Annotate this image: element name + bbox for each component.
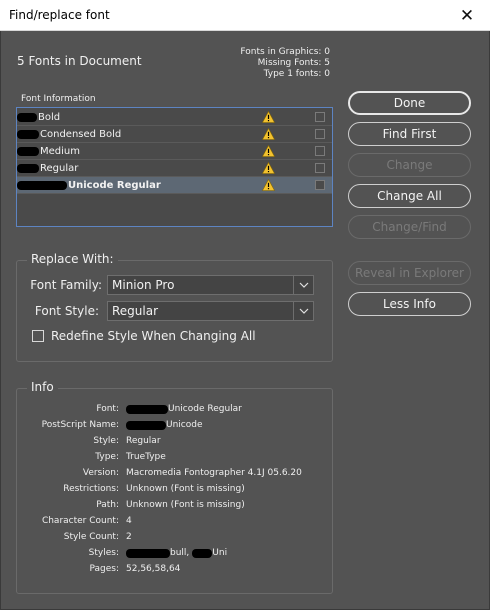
done-button[interactable]: Done (348, 91, 471, 115)
font-row-checkbox[interactable] (315, 180, 325, 190)
font-list[interactable]: Bold Condensed Bold Medium Regular Unico… (16, 107, 333, 227)
window-title: Find/replace font (9, 8, 110, 22)
redacted-text (126, 404, 168, 414)
font-row-checkbox[interactable] (315, 146, 325, 156)
info-styles-label: Styles: (88, 548, 119, 558)
warning-icon (262, 111, 275, 123)
close-icon[interactable]: ✕ (444, 0, 490, 31)
less-info-button[interactable]: Less Info (348, 292, 471, 316)
info-style-count-value: 2 (126, 532, 132, 542)
info-restrictions-value: Unknown (Font is missing) (126, 484, 245, 494)
font-stats: Fonts in Graphics: 0 Missing Fonts: 5 Ty… (240, 47, 330, 80)
info-path-label: Path: (96, 500, 119, 510)
font-row-checkbox[interactable] (315, 163, 325, 173)
info-version-value: Macromedia Fontographer 4.1J 05.6.20 (126, 468, 302, 478)
font-family-value: Minion Pro (112, 278, 175, 292)
chevron-down-icon (293, 302, 313, 320)
redacted-text (126, 420, 166, 430)
info-font-value: Unicode Regular (126, 404, 242, 414)
font-row-selected[interactable]: Unicode Regular (17, 177, 332, 194)
font-row[interactable]: Regular (17, 160, 332, 177)
redacted-text (17, 129, 39, 139)
info-version-label: Version: (82, 468, 119, 478)
font-style-value: Regular (112, 304, 159, 318)
info-postscript-value: Unicode (126, 420, 203, 430)
info-path-value: Unknown (Font is missing) (126, 500, 245, 510)
chevron-down-icon (293, 276, 313, 294)
reveal-in-explorer-button[interactable]: Reveal in Explorer (348, 261, 471, 285)
info-postscript-label: PostScript Name: (41, 420, 119, 430)
font-family-label: Font Family: (30, 278, 102, 292)
font-row[interactable]: Medium (17, 143, 332, 160)
redacted-text (17, 146, 39, 156)
redacted-text (17, 112, 37, 122)
change-find-button[interactable]: Change/Find (348, 215, 471, 239)
info-style-count-label: Style Count: (63, 532, 119, 542)
font-row[interactable]: Condensed Bold (17, 126, 332, 143)
replace-with-title: Replace With: (27, 252, 118, 266)
font-name: Unicode Regular (68, 179, 161, 191)
redacted-text (17, 163, 39, 173)
info-style-label: Style: (93, 436, 119, 446)
info-pages-value: 52,56,58,64 (126, 564, 181, 574)
redefine-style-checkbox[interactable] (32, 330, 44, 342)
font-information-label: Font Information (21, 94, 96, 104)
change-all-button[interactable]: Change All (348, 184, 471, 208)
info-char-count-label: Character Count: (41, 516, 119, 526)
font-style-label: Font Style: (34, 304, 99, 318)
find-first-button[interactable]: Find First (348, 122, 471, 146)
font-row-checkbox[interactable] (315, 129, 325, 139)
info-styles-value: bull, Uni (126, 548, 227, 558)
font-style-select[interactable]: Regular (107, 301, 314, 321)
info-style-value: Regular (126, 436, 161, 446)
fonts-in-document: 5 Fonts in Document (17, 54, 142, 68)
font-row[interactable]: Bold (17, 109, 332, 126)
warning-icon (262, 162, 275, 174)
change-button[interactable]: Change (348, 153, 471, 177)
font-name: Bold (38, 111, 61, 123)
title-bar: Find/replace font ✕ (0, 0, 490, 31)
styles-value-a: bull, (170, 548, 190, 558)
info-pages-label: Pages: (89, 564, 119, 574)
redacted-text (192, 548, 213, 558)
postscript-value: Unicode (166, 420, 203, 430)
redefine-style-label: Redefine Style When Changing All (51, 329, 256, 343)
redacted-text (17, 180, 67, 190)
warning-icon (262, 145, 275, 157)
warning-icon (262, 179, 275, 191)
info-type-label: Type: (95, 452, 119, 462)
info-restrictions-label: Restrictions: (63, 484, 119, 494)
warning-icon (262, 128, 275, 140)
info-char-count-value: 4 (126, 516, 132, 526)
styles-value-b: Uni (212, 548, 228, 558)
stat-missing: Missing Fonts: 5 (257, 58, 330, 68)
font-row-checkbox[interactable] (315, 112, 325, 122)
info-font-label: Font: (96, 404, 119, 414)
stat-graphics: Fonts in Graphics: 0 (240, 47, 330, 57)
info-title: Info (27, 380, 58, 394)
font-family-select[interactable]: Minion Pro (107, 275, 314, 295)
font-name: Regular (40, 162, 79, 174)
stat-type1: Type 1 fonts: 0 (263, 69, 330, 79)
font-value: Unicode Regular (168, 404, 242, 414)
redacted-text (126, 548, 170, 558)
info-type-value: TrueType (126, 452, 166, 462)
font-name: Medium (40, 145, 80, 157)
font-name: Condensed Bold (40, 128, 122, 140)
